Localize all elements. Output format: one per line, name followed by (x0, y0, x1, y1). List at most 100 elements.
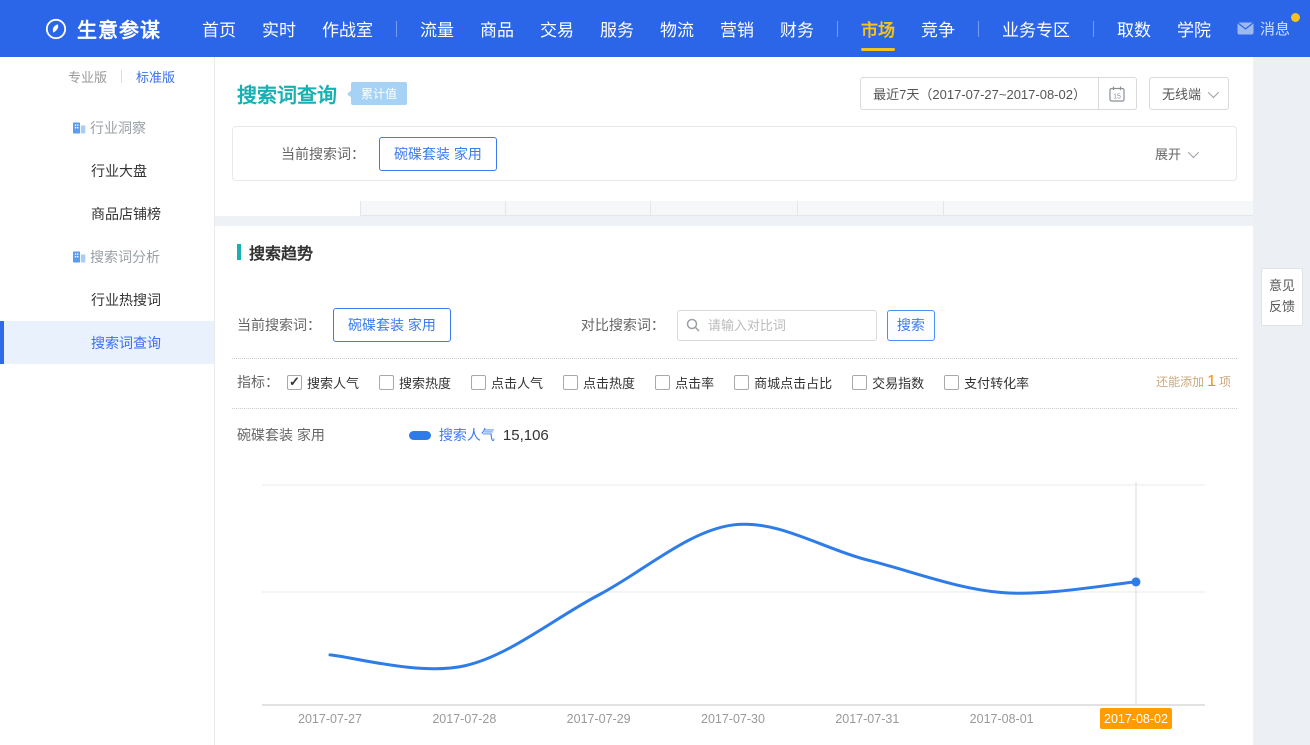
industry-insight-icon (72, 120, 87, 135)
section-accent-bar (237, 244, 241, 260)
current-term-button[interactable]: 碗碟套装 家用 (379, 137, 497, 171)
version-divider (121, 70, 122, 83)
sidebar-item-行业大盘[interactable]: 行业大盘 (0, 149, 214, 192)
chevron-down-icon (1208, 86, 1219, 97)
terminal-label: 无线端 (1162, 84, 1201, 103)
main-content: 搜索词查询 累计值 最近7天（2017-07-27~2017-08-02） 15 (215, 57, 1253, 745)
nav-group-divider (837, 21, 838, 37)
nav-item-实时[interactable]: 实时 (262, 0, 296, 57)
x-tick-label: 2017-07-28 (432, 712, 496, 726)
version-tab-standard[interactable]: 标准版 (136, 67, 175, 86)
metric-checkbox-搜索热度[interactable]: 搜索热度 (379, 373, 451, 392)
nav-group-divider (396, 21, 397, 37)
legend-term: 碗碟套装 家用 (237, 425, 325, 445)
divider (232, 358, 1237, 359)
legend-line-marker (409, 431, 431, 440)
metrics-label: 指标： (237, 372, 279, 392)
trend-chart[interactable]: 2017-07-272017-07-282017-07-292017-07-30… (215, 455, 1253, 745)
metric-tab-2[interactable] (505, 201, 650, 216)
metric-checkbox-支付转化率[interactable]: 支付转化率 (944, 373, 1029, 392)
current-term-box: 当前搜索词： 碗碟套装 家用 展开 (232, 126, 1237, 181)
nav-item-商品[interactable]: 商品 (480, 0, 514, 57)
feedback-button[interactable]: 意见 反馈 (1261, 268, 1303, 326)
checkbox-icon[interactable] (944, 375, 959, 390)
metric-tab-strip (215, 201, 1253, 216)
legend-metric-value: 15,106 (503, 427, 549, 444)
search-trend-card: 搜索趋势 当前搜索词： 碗碟套装 家用 对比搜索词： 搜索 (215, 226, 1253, 745)
top-nav: 生意参谋 首页实时作战室流量商品交易服务物流营销财务市场竞争业务专区取数学院 消… (0, 0, 1310, 57)
metric-tab-0[interactable] (215, 201, 360, 216)
date-range-button[interactable]: 最近7天（2017-07-27~2017-08-02） (860, 77, 1099, 110)
metric-label: 点击人气 (491, 373, 543, 392)
nav-item-物流[interactable]: 物流 (660, 0, 694, 57)
svg-text:15: 15 (1114, 93, 1122, 100)
checkbox-icon[interactable] (852, 375, 867, 390)
sidebar-section-行业洞察: 行业洞察 (0, 106, 214, 149)
search-icon (686, 318, 700, 332)
metric-tab-5[interactable] (943, 201, 1253, 216)
sidebar-item-搜索词查询[interactable]: 搜索词查询 (0, 321, 214, 364)
divider (232, 408, 1237, 409)
nav-item-交易[interactable]: 交易 (540, 0, 574, 57)
checkbox-icon[interactable] (379, 375, 394, 390)
feedback-label-line2: 反馈 (1269, 297, 1295, 318)
sidebar-item-行业热搜词[interactable]: 行业热搜词 (0, 278, 214, 321)
message-button[interactable]: 消息 (1237, 18, 1290, 39)
metric-label: 交易指数 (872, 373, 924, 392)
checkbox-checked-icon[interactable] (287, 375, 302, 390)
current-term-label: 当前搜索词： (281, 144, 365, 164)
expand-label: 展开 (1155, 144, 1181, 163)
trend-current-term-label: 当前搜索词： (237, 315, 321, 335)
feedback-label-line1: 意见 (1269, 276, 1295, 297)
nav-item-流量[interactable]: 流量 (420, 0, 454, 57)
metric-checkbox-商城点击占比[interactable]: 商城点击占比 (734, 373, 832, 392)
sidebar-menu: 行业洞察行业大盘商品店铺榜搜索词分析行业热搜词搜索词查询 (0, 92, 214, 364)
compare-term-input[interactable] (677, 310, 877, 341)
metric-checkbox-点击热度[interactable]: 点击热度 (563, 373, 635, 392)
metric-tab-4[interactable] (797, 201, 943, 216)
chevron-down-icon (1188, 146, 1199, 157)
nav-item-学院[interactable]: 学院 (1177, 0, 1211, 57)
nav-group-divider (978, 21, 979, 37)
nav-item-竞争[interactable]: 竞争 (921, 0, 955, 57)
nav-item-服务[interactable]: 服务 (600, 0, 634, 57)
metrics-list: 搜索人气 搜索热度 点击人气 点击热度 点击率 商城点击占比 交易指数 支付转化率 (287, 373, 1049, 392)
right-rail: 意见 反馈 (1253, 57, 1310, 745)
nav-item-市场[interactable]: 市场 (861, 0, 895, 57)
metric-checkbox-点击率[interactable]: 点击率 (655, 373, 714, 392)
search-analysis-icon (72, 249, 87, 264)
terminal-dropdown[interactable]: 无线端 (1149, 77, 1229, 110)
metric-checkbox-交易指数[interactable]: 交易指数 (852, 373, 924, 392)
checkbox-icon[interactable] (563, 375, 578, 390)
checkbox-icon[interactable] (734, 375, 749, 390)
metric-checkbox-点击人气[interactable]: 点击人气 (471, 373, 543, 392)
metric-tab-3[interactable] (650, 201, 797, 216)
message-envelope-icon (1237, 22, 1254, 35)
nav-item-首页[interactable]: 首页 (202, 0, 236, 57)
trend-current-term-button[interactable]: 碗碟套装 家用 (333, 308, 451, 342)
checkbox-icon[interactable] (471, 375, 486, 390)
version-tab-pro[interactable]: 专业版 (68, 67, 107, 86)
expand-link[interactable]: 展开 (1155, 144, 1196, 163)
checkbox-icon[interactable] (655, 375, 670, 390)
nav-item-业务专区[interactable]: 业务专区 (1002, 0, 1070, 57)
nav-item-取数[interactable]: 取数 (1117, 0, 1151, 57)
message-badge-dot (1291, 13, 1300, 22)
nav-item-作战室[interactable]: 作战室 (322, 0, 373, 57)
x-tick-label: 2017-07-29 (567, 712, 631, 726)
metric-label: 搜索人气 (307, 373, 359, 392)
sidebar-section-搜索词分析: 搜索词分析 (0, 235, 214, 278)
nav-item-营销[interactable]: 营销 (720, 0, 754, 57)
version-tabs: 专业版 标准版 (0, 57, 214, 92)
metric-tab-1[interactable] (360, 201, 505, 216)
message-label: 消息 (1260, 18, 1290, 39)
sidebar-item-商品店铺榜[interactable]: 商品店铺榜 (0, 192, 214, 235)
calendar-button[interactable]: 15 (1099, 77, 1137, 110)
main-nav-items: 首页实时作战室流量商品交易服务物流营销财务市场竞争业务专区取数学院 (189, 0, 1224, 57)
x-tick-label: 2017-07-31 (835, 712, 899, 726)
metric-label: 点击热度 (583, 373, 635, 392)
metric-checkbox-搜索人气[interactable]: 搜索人气 (287, 373, 359, 392)
sidebar: 专业版 标准版 行业洞察行业大盘商品店铺榜搜索词分析行业热搜词搜索词查询 (0, 57, 215, 745)
nav-item-财务[interactable]: 财务 (780, 0, 814, 57)
search-button[interactable]: 搜索 (887, 310, 935, 341)
